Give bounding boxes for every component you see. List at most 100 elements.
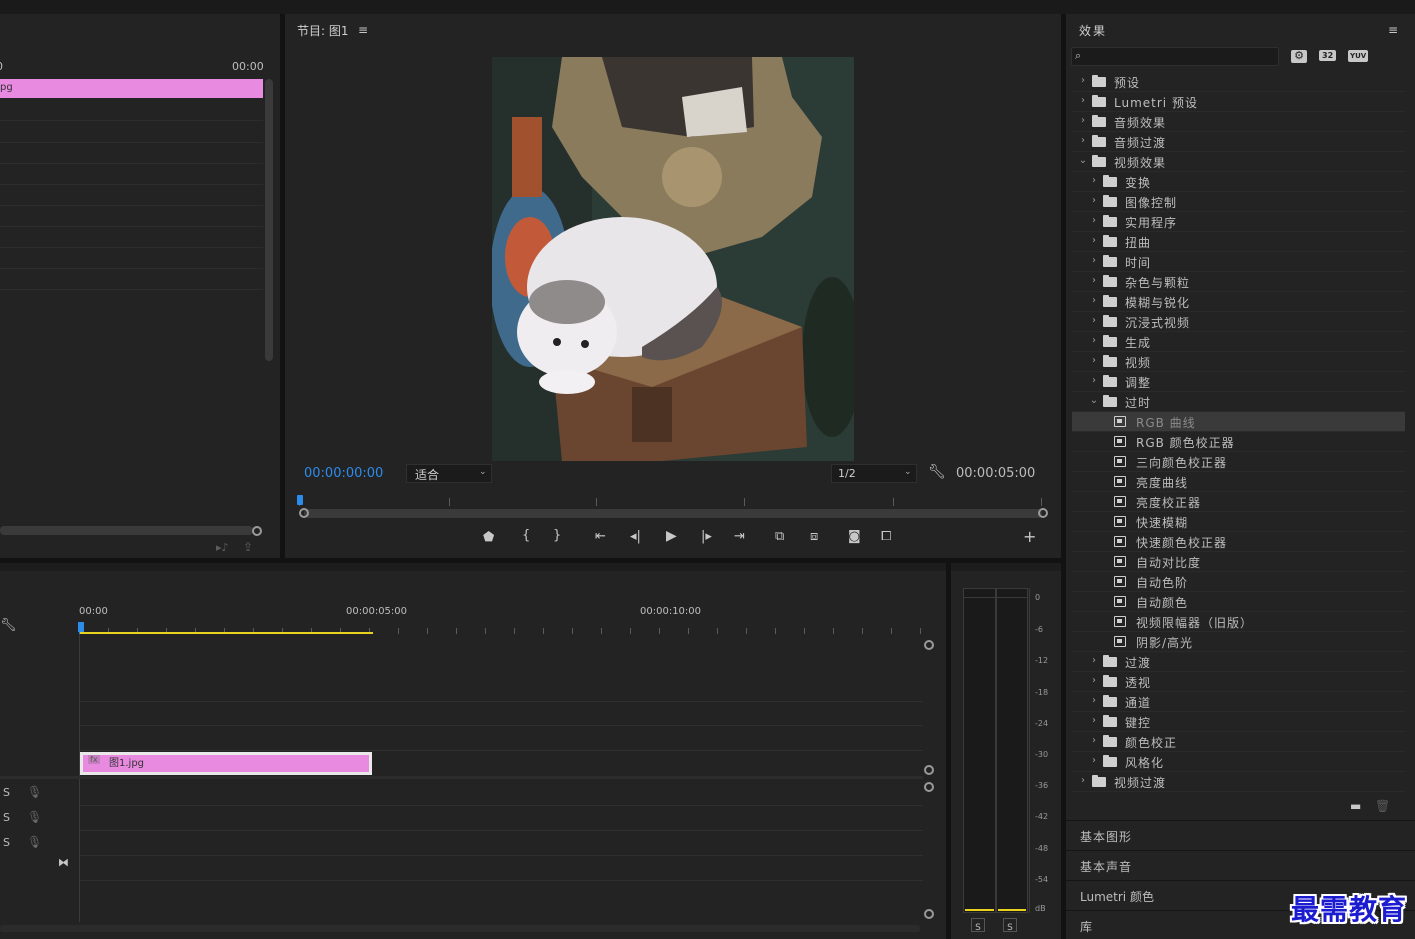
lift-icon[interactable]: ⧉ [775, 530, 784, 543]
chevron-down-icon[interactable]: ⌄ [1089, 395, 1099, 406]
wrench-icon[interactable]: 🔧︎ [928, 465, 946, 479]
video-scroll-bottom-handle[interactable] [924, 765, 934, 775]
effects-tree-item[interactable]: › 扭曲 [1072, 232, 1405, 252]
master-track-icon[interactable]: ⧓ [58, 857, 69, 868]
new-folder-icon[interactable]: ▬ [1350, 800, 1361, 812]
chevron-right-icon[interactable]: › [1089, 175, 1099, 186]
effects-title[interactable]: 效果 [1079, 22, 1107, 39]
panel-essential-graphics[interactable]: 基本图形 [1066, 820, 1415, 849]
effects-tree-item[interactable]: 阴影/高光 [1072, 632, 1405, 652]
yuv-filter-button[interactable]: YUV [1348, 50, 1369, 62]
effects-tree-item[interactable]: › 风格化 [1072, 752, 1405, 772]
chevron-right-icon[interactable]: › [1089, 335, 1099, 346]
effects-tree-item[interactable]: RGB 颜色校正器 [1072, 432, 1405, 452]
effects-tree-item[interactable]: › 调整 [1072, 372, 1405, 392]
audio-track-solo-1[interactable]: S [3, 786, 10, 799]
brace-right-icon[interactable]: } [553, 529, 561, 542]
program-monitor-title[interactable]: 节目: 图1 [297, 22, 349, 39]
effects-tree-item[interactable]: 快速模糊 [1072, 512, 1405, 532]
effects-tree-item[interactable]: 自动颜色 [1072, 592, 1405, 612]
chevron-right-icon[interactable]: › [1089, 355, 1099, 366]
timeline-horizontal-scrollbar[interactable] [0, 925, 920, 932]
effects-tree-item[interactable]: › 通道 [1072, 692, 1405, 712]
extract-icon[interactable]: ⧈ [810, 530, 818, 543]
effects-tree-item[interactable]: › 透视 [1072, 672, 1405, 692]
chevron-right-icon[interactable]: › [1089, 295, 1099, 306]
effects-tree-item[interactable]: › 时间 [1072, 252, 1405, 272]
marker-icon[interactable]: ⬟ [483, 531, 494, 544]
play-icon[interactable]: ▶ [666, 529, 677, 543]
effects-tree-item[interactable]: › 沉浸式视频 [1072, 312, 1405, 332]
step-back-icon[interactable]: ◂| [630, 530, 641, 543]
effects-tree-item[interactable]: › 图像控制 [1072, 192, 1405, 212]
panel-menu-icon[interactable]: ≡ [1388, 24, 1398, 36]
chevron-down-icon[interactable]: ⌄ [1078, 155, 1088, 166]
chevron-right-icon[interactable]: › [1089, 215, 1099, 226]
effects-tree-item[interactable]: RGB 曲线 [1072, 412, 1405, 432]
chevron-right-icon[interactable]: › [1089, 755, 1099, 766]
brace-left-icon[interactable]: { [522, 529, 530, 542]
effects-tree-item[interactable]: 自动对比度 [1072, 552, 1405, 572]
source-insert-icon[interactable]: ▸♪ [216, 542, 229, 553]
go-to-in-icon[interactable]: ⇤ [595, 530, 606, 543]
effects-tree-item[interactable]: › 生成 [1072, 332, 1405, 352]
effects-tree-item[interactable]: › 颜色校正 [1072, 732, 1405, 752]
effects-tree-item[interactable]: ⌄ 过时 [1072, 392, 1405, 412]
microphone-icon[interactable]: 🎙︎ [27, 811, 42, 823]
meter-solo-right[interactable]: S [1003, 918, 1017, 933]
effects-tree-item[interactable]: 三向颜色校正器 [1072, 452, 1405, 472]
chevron-right-icon[interactable]: › [1078, 135, 1088, 146]
effects-tree-item[interactable]: › 音频过渡 [1072, 132, 1405, 152]
effects-tree-item[interactable]: › 音频效果 [1072, 112, 1405, 132]
chevron-right-icon[interactable]: › [1089, 375, 1099, 386]
clip-fx-badge[interactable]: fx [88, 755, 100, 764]
zoom-select[interactable]: 适合 ⌄ [406, 464, 492, 483]
microphone-icon[interactable]: 🎙︎ [27, 836, 42, 848]
effects-tree-item[interactable]: 亮度曲线 [1072, 472, 1405, 492]
effects-tree-item[interactable]: › 视频过渡 [1072, 772, 1405, 792]
chevron-right-icon[interactable]: › [1078, 75, 1088, 86]
program-playhead[interactable] [297, 495, 303, 505]
chevron-right-icon[interactable]: › [1089, 715, 1099, 726]
32bit-filter-button[interactable]: 32 [1319, 50, 1337, 61]
chevron-right-icon[interactable]: › [1078, 775, 1088, 786]
effects-tree-item[interactable]: 视频限幅器（旧版） [1072, 612, 1405, 632]
effects-tree-item[interactable]: › Lumetri 预设 [1072, 92, 1405, 112]
audio-scroll-bottom-handle[interactable] [924, 909, 934, 919]
source-horizontal-scrollbar[interactable] [0, 526, 253, 535]
effects-search-input[interactable]: ⌕ [1071, 47, 1279, 66]
effects-tree-item[interactable]: 自动色阶 [1072, 572, 1405, 592]
source-vertical-scrollbar[interactable] [265, 79, 273, 361]
chevron-right-icon[interactable]: › [1089, 695, 1099, 706]
source-scroll-handle[interactable] [252, 526, 262, 536]
source-clip[interactable]: pg [0, 79, 263, 98]
effects-tree-item[interactable]: › 变换 [1072, 172, 1405, 192]
chevron-right-icon[interactable]: › [1089, 655, 1099, 666]
hamburger-icon[interactable]: ≡ [358, 24, 368, 36]
chevron-right-icon[interactable]: › [1089, 235, 1099, 246]
chevron-right-icon[interactable]: › [1089, 255, 1099, 266]
chevron-right-icon[interactable]: › [1089, 315, 1099, 326]
effects-tree-item[interactable]: 快速颜色校正器 [1072, 532, 1405, 552]
effects-tree-item[interactable]: › 实用程序 [1072, 212, 1405, 232]
effects-tree-item[interactable]: › 键控 [1072, 712, 1405, 732]
timeline-clip[interactable]: fx 图1.jpg [80, 752, 372, 775]
step-forward-icon[interactable]: |▸ [701, 530, 712, 543]
accelerated-effects-filter-icon[interactable]: ⚙ [1291, 50, 1307, 63]
program-scrub-start-handle[interactable] [299, 508, 309, 518]
work-area-bar[interactable] [80, 632, 373, 634]
trash-icon[interactable]: 🗑︎ [1375, 800, 1390, 812]
chevron-right-icon[interactable]: › [1089, 735, 1099, 746]
audio-track-solo-2[interactable]: S [3, 811, 10, 824]
add-button-icon[interactable]: + [1023, 529, 1036, 545]
chevron-right-icon[interactable]: › [1078, 95, 1088, 106]
compare-icon[interactable]: ⧠ [881, 530, 891, 543]
timeline-playhead-marker[interactable] [78, 622, 84, 632]
resolution-select[interactable]: 1/2 ⌄ [831, 464, 917, 483]
audio-scroll-top-handle[interactable] [924, 782, 934, 792]
timeline-wrench-icon[interactable]: 🔧︎ [0, 619, 17, 632]
effects-tree-item[interactable]: › 视频 [1072, 352, 1405, 372]
panel-essential-sound[interactable]: 基本声音 [1066, 850, 1415, 879]
program-mini-ruler[interactable] [299, 490, 1045, 510]
program-scrub-end-handle[interactable] [1038, 508, 1048, 518]
